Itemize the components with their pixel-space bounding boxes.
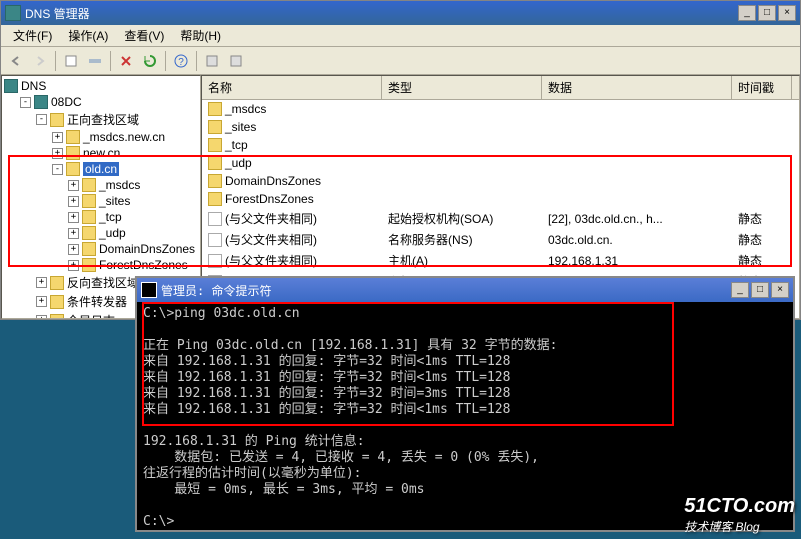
help-button[interactable]: ? [170,50,192,72]
tree-server[interactable]: -08DC [20,94,198,110]
tree-zone[interactable]: +new.cn [52,145,198,161]
folder-icon [208,102,222,116]
cmd-maximize-button[interactable]: □ [751,282,769,298]
list-row[interactable]: ForestDnsZones [202,190,799,208]
maximize-button[interactable]: □ [758,5,776,21]
tree-zone[interactable]: +_msdcs.new.cn [52,129,198,145]
menu-help[interactable]: 帮助(H) [172,25,229,46]
list-row[interactable]: (与父文件夹相同)起始授权机构(SOA)[22], 03dc.old.cn., … [202,208,799,229]
close-button[interactable]: × [778,5,796,21]
cmd-titlebar: 管理员: 命令提示符 _ □ × [137,278,793,302]
folder-icon [208,174,222,188]
folder-icon [208,156,222,170]
menu-action[interactable]: 操作(A) [60,25,116,46]
refresh-button[interactable] [139,50,161,72]
svg-text:?: ? [178,57,184,68]
file-icon [208,254,222,268]
dns-manager-window: DNS 管理器 _ □ × 文件(F) 操作(A) 查看(V) 帮助(H) ? … [0,0,801,320]
list-row[interactable]: DomainDnsZones [202,172,799,190]
titlebar: DNS 管理器 _ □ × [1,1,800,25]
show-hide-button[interactable] [84,50,106,72]
col-name[interactable]: 名称 [202,76,382,99]
col-data[interactable]: 数据 [542,76,732,99]
tree-sub[interactable]: +_msdcs [68,177,198,193]
folder-icon [208,192,222,206]
tree-sub[interactable]: +ForestDnsZones [68,257,198,273]
action2-button[interactable] [225,50,247,72]
cmd-window: 管理员: 命令提示符 _ □ × C:\>ping 03dc.old.cn 正在… [135,276,795,532]
dns-icon [5,5,21,21]
minimize-button[interactable]: _ [738,5,756,21]
cmd-minimize-button[interactable]: _ [731,282,749,298]
menu-file[interactable]: 文件(F) [5,25,60,46]
cmd-body[interactable]: C:\>ping 03dc.old.cn 正在 Ping 03dc.old.cn… [137,302,793,534]
tree-zone-selected[interactable]: -old.cn [52,161,198,177]
folder-icon [208,138,222,152]
cmd-title: 管理员: 命令提示符 [161,282,731,299]
col-time[interactable]: 时间戳 [732,76,792,99]
tree-forward-zone[interactable]: -正向查找区域 [36,110,198,129]
file-icon [208,212,222,226]
col-type[interactable]: 类型 [382,76,542,99]
cmd-close-button[interactable]: × [771,282,789,298]
cmd-icon [141,282,157,298]
window-buttons: _ □ × [738,5,796,21]
file-icon [208,233,222,247]
delete-button[interactable] [115,50,137,72]
action1-button[interactable] [201,50,223,72]
forward-button[interactable] [29,50,51,72]
tree-sub[interactable]: +_tcp [68,209,198,225]
list-header: 名称 类型 数据 时间戳 [202,76,799,100]
tree-sub[interactable]: +_sites [68,193,198,209]
new-button[interactable] [60,50,82,72]
toolbar: ? [1,47,800,75]
tree-root[interactable]: DNS [4,78,198,94]
back-button[interactable] [5,50,27,72]
menubar: 文件(F) 操作(A) 查看(V) 帮助(H) [1,25,800,47]
menu-view[interactable]: 查看(V) [116,25,172,46]
list-row[interactable]: (与父文件夹相同)名称服务器(NS)03dc.old.cn.静态 [202,229,799,250]
tree-sub[interactable]: +_udp [68,225,198,241]
list-row[interactable]: _msdcs [202,100,799,118]
list-row[interactable]: _sites [202,118,799,136]
tree-sub[interactable]: +DomainDnsZones [68,241,198,257]
list-row[interactable]: (与父文件夹相同)主机(A)192.168.1.31静态 [202,250,799,271]
list-row[interactable]: _tcp [202,136,799,154]
list-row[interactable]: _udp [202,154,799,172]
window-title: DNS 管理器 [25,5,738,22]
folder-icon [208,120,222,134]
